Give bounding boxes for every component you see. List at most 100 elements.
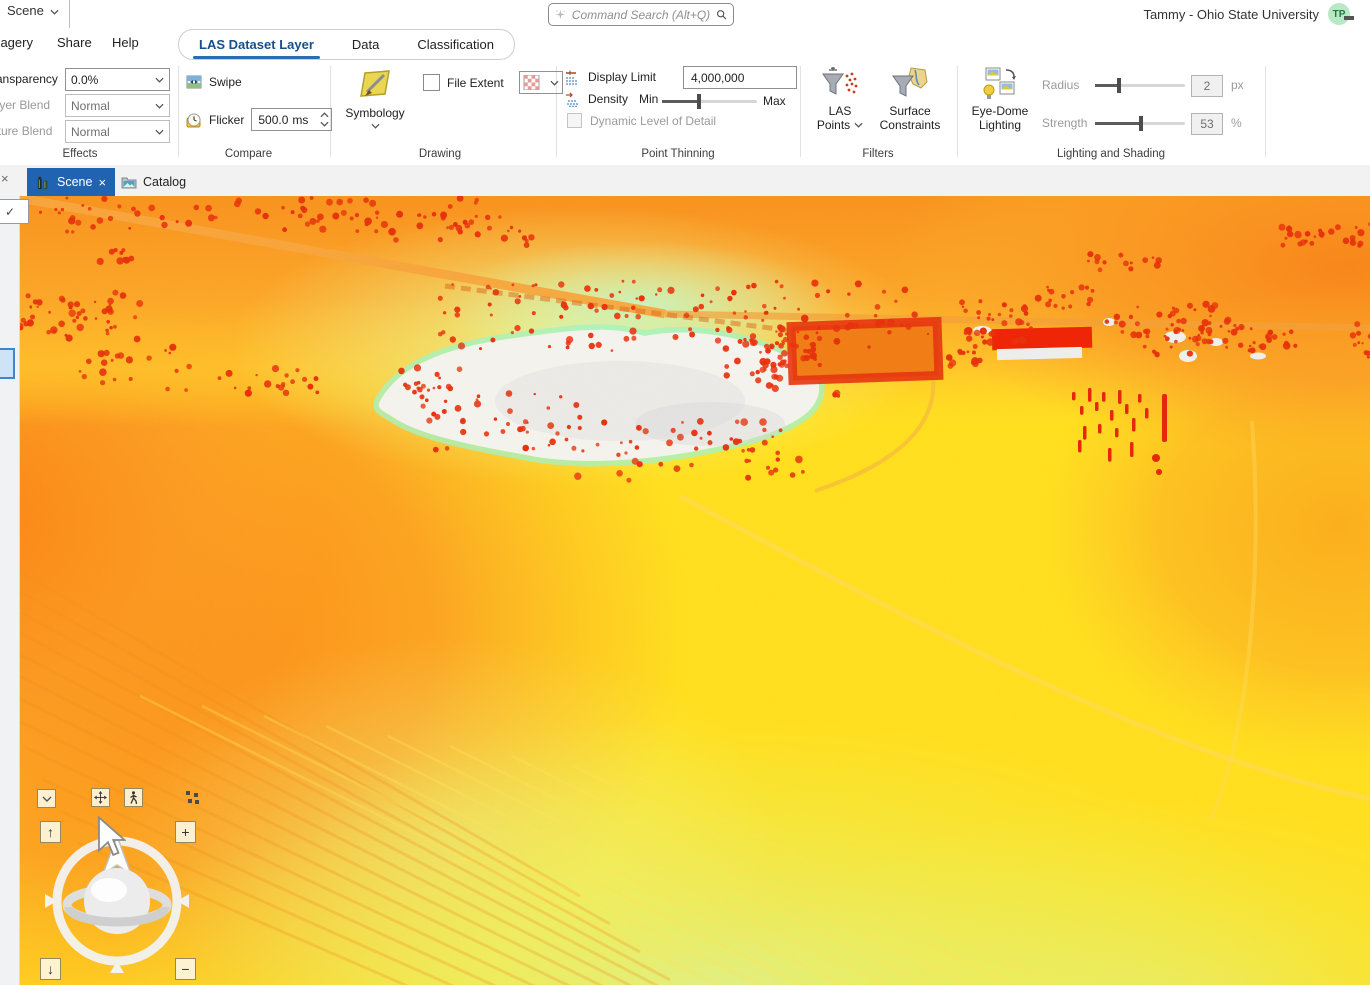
lidar-point-cloud (20, 196, 1370, 985)
user-area: Tammy - Ohio State University TP (1143, 0, 1350, 28)
display-limit-input[interactable]: 4,000,000 (683, 66, 797, 89)
lighting-group-label: Lighting and Shading (1041, 148, 1181, 160)
file-extent-label: File Extent (447, 76, 504, 90)
file-extent-color-picker[interactable] (519, 71, 563, 94)
radius-slider[interactable] (1095, 84, 1185, 87)
symbology-button[interactable]: Symbology (340, 66, 410, 129)
catalog-tab-label: Catalog (143, 175, 186, 189)
layer-visibility-checkbox[interactable]: ✓ (0, 199, 29, 224)
density-label: Density (588, 92, 628, 106)
edl-label-2: Lighting (979, 118, 1021, 132)
transparency-combobox[interactable]: 0.0% (65, 68, 170, 91)
pan-mode-button[interactable] (91, 788, 110, 807)
feature-blend-value: Normal (71, 125, 110, 139)
display-limit-icon (565, 69, 581, 85)
radius-value-box[interactable]: 2 (1191, 75, 1223, 97)
tilt-up-button[interactable]: ↑ (40, 821, 61, 843)
contextual-tab-group: LAS Dataset Layer Data Classification (178, 29, 515, 60)
group-divider (957, 66, 958, 157)
menu-share[interactable]: Share (57, 35, 92, 50)
group-divider (178, 66, 179, 157)
view-tab-catalog[interactable]: Catalog (112, 168, 195, 196)
layer-blend-combobox[interactable]: Normal (65, 94, 170, 117)
walk-icon (128, 791, 139, 805)
scene-viewport[interactable]: ↑ + ↓ − (20, 196, 1370, 985)
project-tab-label: Scene (7, 3, 44, 18)
flicker-interval-spinner[interactable]: 500.0 ms (251, 108, 332, 131)
view-tab-scene[interactable]: Scene × (27, 168, 115, 196)
strength-unit: % (1231, 116, 1242, 130)
pan-icon (94, 791, 107, 804)
eye-dome-lighting-button[interactable]: Eye-Dome Lighting (967, 66, 1033, 132)
chevron-down-icon (854, 122, 863, 128)
zoom-in-button[interactable]: + (175, 821, 196, 843)
chevron-down-icon (550, 80, 559, 86)
chevron-down-icon (155, 103, 164, 109)
radius-unit: px (1231, 78, 1244, 92)
las-points-label-1: LAS (829, 104, 852, 118)
arrow-down-icon: ↓ (47, 962, 54, 976)
chevron-down-icon (50, 9, 59, 15)
drawing-group-label: Drawing (380, 148, 500, 160)
display-limit-value: 4,000,000 (691, 71, 744, 85)
las-points-button[interactable]: LAS Points (813, 66, 867, 132)
menu-help[interactable]: Help (112, 35, 139, 50)
dynamic-lod-checkbox[interactable] (567, 113, 582, 128)
pane-close-icon[interactable]: × (1, 171, 9, 186)
spin-up-icon[interactable] (320, 112, 329, 118)
density-row: Density Min (565, 91, 658, 107)
display-limit-row: Display Limit (565, 69, 656, 85)
surface-constraints-icon (891, 66, 929, 102)
menu-imagery[interactable]: Imagery (0, 35, 33, 50)
command-search-input[interactable]: Command Search (Alt+Q) (548, 3, 734, 26)
tilt-down-button[interactable]: ↓ (40, 958, 61, 980)
navigator-drag-handle[interactable] (186, 791, 200, 804)
arrow-up-icon: ↑ (47, 825, 54, 839)
transparency-label: Transparency (0, 72, 58, 86)
navigator-collapse-button[interactable] (37, 789, 56, 808)
effects-group-label: Effects (20, 148, 140, 160)
tab-data[interactable]: Data (350, 30, 381, 59)
zoom-out-button[interactable]: − (175, 958, 196, 980)
swipe-button[interactable]: Swipe (186, 74, 242, 90)
surface-constraints-label-2: Constraints (880, 118, 941, 132)
walk-mode-button[interactable] (124, 788, 143, 807)
layer-blend-label: Layer Blend (0, 98, 50, 112)
selected-legend-swatch[interactable] (0, 348, 15, 379)
strength-value: 53 (1200, 117, 1213, 131)
search-placeholder: Command Search (Alt+Q) (572, 8, 710, 22)
density-slider[interactable] (662, 100, 757, 103)
feature-blend-combobox[interactable]: Normal (65, 120, 170, 143)
scene-icon (36, 175, 51, 190)
avatar[interactable]: TP (1328, 3, 1350, 25)
file-extent-row: File Extent (423, 71, 563, 94)
spin-down-icon[interactable] (320, 121, 329, 127)
flicker-row: Flicker 500.0 ms (186, 108, 332, 131)
mouse-cursor (96, 816, 126, 858)
notification-icon[interactable] (1344, 16, 1354, 20)
view-tab-bar: × Scene × Catalog (0, 165, 1370, 196)
scene-tab-close-icon[interactable]: × (98, 175, 106, 190)
ribbon: Transparency 0.0% Layer Blend Normal Fea… (0, 60, 1370, 166)
group-divider (800, 66, 801, 157)
tab-classification[interactable]: Classification (415, 30, 496, 59)
las-points-filter-icon (821, 66, 859, 102)
symbology-icon (357, 66, 393, 102)
flicker-icon[interactable] (186, 112, 202, 128)
tab-las-dataset-layer[interactable]: LAS Dataset Layer (197, 30, 316, 59)
swipe-icon (186, 74, 202, 90)
file-extent-checkbox[interactable] (423, 74, 440, 91)
catalog-icon (121, 175, 137, 189)
strength-label: Strength (1042, 116, 1087, 130)
strength-slider[interactable] (1095, 122, 1185, 125)
radius-label: Radius (1042, 78, 1079, 92)
transparency-value: 0.0% (71, 73, 98, 87)
surface-constraints-button[interactable]: Surface Constraints (874, 66, 946, 132)
signed-in-user[interactable]: Tammy - Ohio State University (1143, 7, 1319, 22)
flicker-unit: ms (292, 113, 308, 127)
swipe-label: Swipe (209, 75, 242, 89)
scene-tab-label: Scene (57, 175, 92, 189)
strength-value-box[interactable]: 53 (1191, 113, 1223, 135)
title-bar: Scene Command Search (Alt+Q) Tammy - Ohi… (0, 0, 1370, 28)
sparkle-icon (555, 8, 566, 21)
